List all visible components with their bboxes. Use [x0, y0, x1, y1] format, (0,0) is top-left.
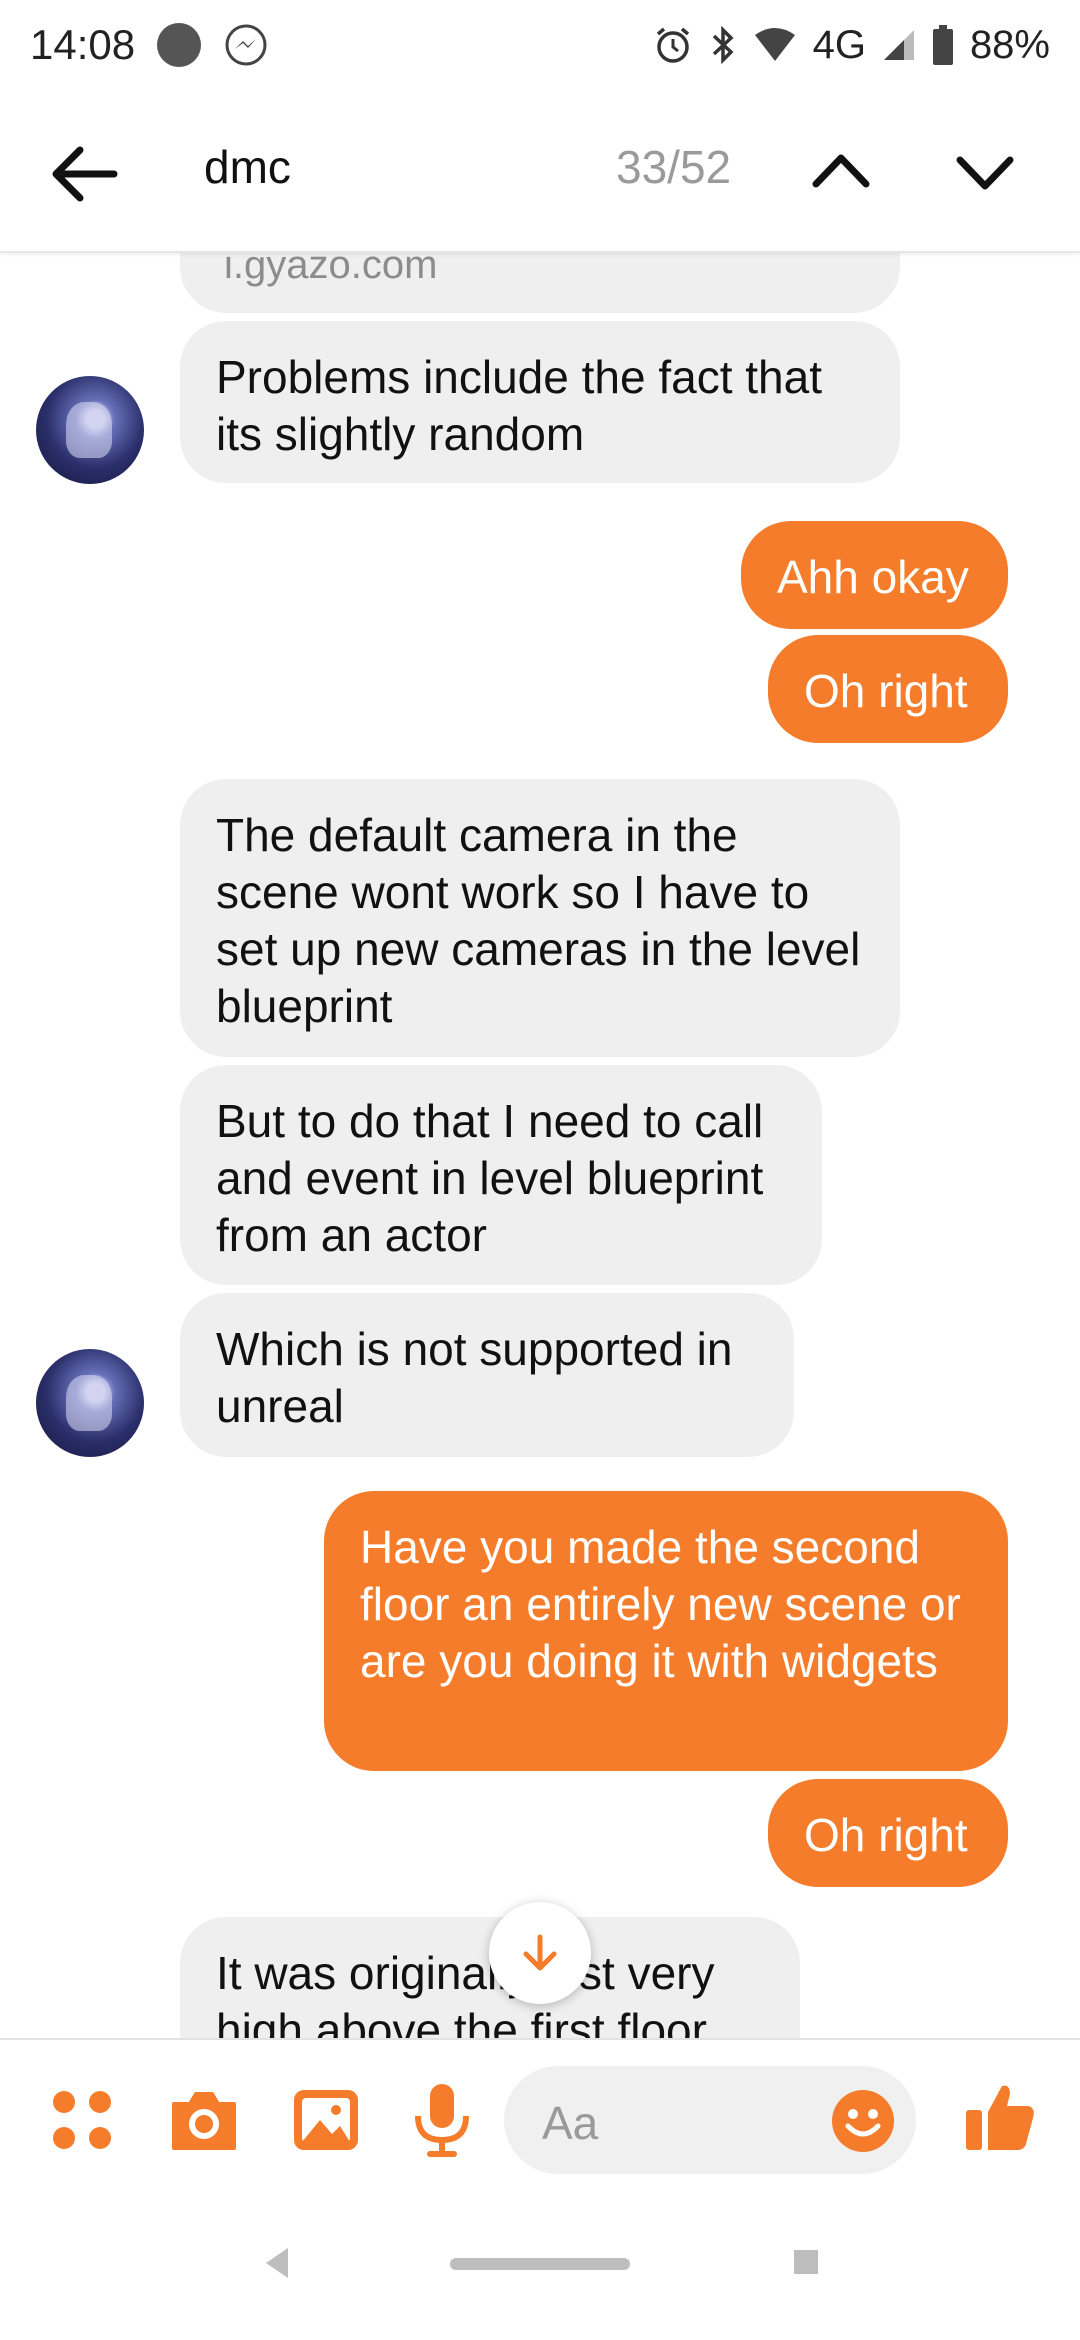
message-text: It was originally just very high above t… — [216, 1947, 715, 2038]
message-bubble-outgoing[interactable]: Ahh okay — [741, 521, 1008, 629]
battery-icon — [932, 25, 953, 65]
status-time: 14:08 — [30, 21, 136, 68]
search-header: dmc 33/52 — [0, 90, 1080, 253]
gallery-icon[interactable] — [290, 2084, 362, 2156]
alarm-icon — [656, 27, 689, 63]
message-bubble-outgoing[interactable]: Oh right — [768, 635, 1008, 743]
bluetooth-icon — [712, 25, 734, 65]
chevron-down-icon[interactable] — [952, 138, 1018, 204]
nav-back-icon[interactable] — [262, 2246, 290, 2280]
signal-icon — [883, 30, 914, 60]
message-text: But to do that I need to call and event … — [216, 1095, 764, 1261]
link-domain: i.gyazo.com — [224, 253, 438, 287]
message-bubble-incoming[interactable]: Which is not supported in unreal — [180, 1293, 794, 1457]
camera-icon[interactable] — [168, 2084, 240, 2156]
search-result-counter: 33/52 — [616, 141, 732, 193]
microphone-icon[interactable] — [410, 2080, 474, 2160]
network-label: 4G — [812, 22, 866, 67]
message-text: Ahh okay — [777, 551, 969, 603]
message-text: Which is not supported in unreal — [216, 1323, 733, 1432]
message-input[interactable]: Aa — [504, 2066, 916, 2174]
more-options-icon[interactable] — [50, 2088, 114, 2152]
emoji-icon[interactable] — [830, 2088, 896, 2154]
message-text: Oh right — [804, 1809, 968, 1861]
nav-home-pill[interactable] — [450, 2258, 630, 2270]
thumbs-up-icon[interactable] — [962, 2078, 1038, 2154]
message-text: The default camera in the scene wont wor… — [216, 809, 861, 1032]
back-arrow-icon[interactable] — [44, 134, 124, 214]
message-bubble-incoming[interactable]: The default camera in the scene wont wor… — [180, 779, 900, 1057]
chevron-up-icon[interactable] — [808, 138, 874, 204]
message-bubble-incoming[interactable]: Problems include the fact that its sligh… — [180, 321, 900, 483]
message-input-placeholder: Aa — [542, 2097, 599, 2149]
message-bubble-outgoing[interactable]: Have you made the second floor an entire… — [324, 1491, 1008, 1771]
system-navigation-bar — [0, 2198, 1080, 2340]
message-text: Have you made the second floor an entire… — [360, 1521, 961, 1687]
message-text: Problems include the fact that its sligh… — [216, 351, 822, 460]
link-preview-bubble[interactable]: i.gyazo.com — [180, 253, 900, 313]
message-thread[interactable]: i.gyazo.com Problems include the fact th… — [0, 253, 1080, 2038]
message-bubble-outgoing[interactable]: Oh right — [768, 1779, 1008, 1887]
messenger-icon — [225, 24, 267, 66]
search-query-text[interactable]: dmc — [204, 140, 291, 194]
notification-dot-icon — [157, 23, 202, 67]
scroll-to-bottom-button[interactable] — [489, 1902, 591, 2004]
message-composer: Aa — [0, 2038, 1080, 2198]
message-bubble-incoming[interactable]: It was originally just very high above t… — [180, 1917, 800, 2038]
message-bubble-incoming[interactable]: But to do that I need to call and event … — [180, 1065, 822, 1285]
arrow-down-icon — [523, 1934, 557, 1971]
wifi-icon — [754, 28, 795, 61]
status-bar: 14:08 4G 88% — [0, 0, 1080, 90]
avatar[interactable] — [36, 376, 144, 484]
message-text: Oh right — [804, 665, 968, 717]
avatar[interactable] — [36, 1349, 144, 1457]
nav-recents-icon[interactable] — [794, 2250, 818, 2274]
battery-percent: 88% — [969, 22, 1050, 67]
